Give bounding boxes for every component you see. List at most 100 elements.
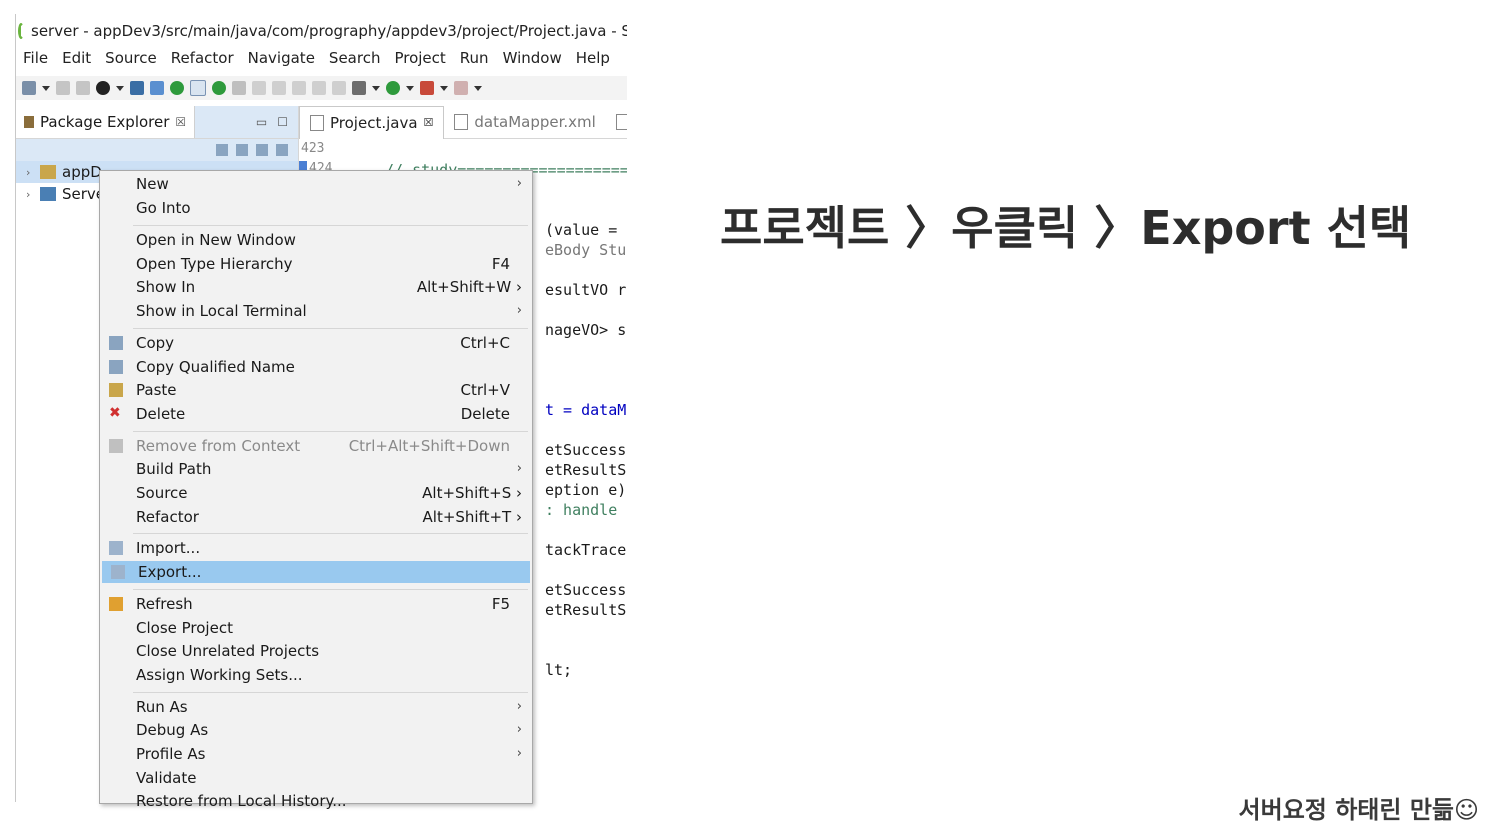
external-dropdown-icon[interactable] [440,85,448,91]
menu-item-label: Build Path [136,460,212,479]
menu-item-profile-as[interactable]: Profile As › [100,743,532,765]
menu-item-open-type-hierarchy[interactable]: Open Type Hierarchy F4 [100,253,532,275]
menu-file[interactable]: File [16,47,55,69]
main-toolbar [16,76,627,100]
link-editor-icon[interactable] [236,144,248,156]
save-icon[interactable] [56,81,70,95]
menu-separator [133,691,528,693]
menu-item-paste[interactable]: Paste Ctrl+V [100,379,532,401]
profile-dropdown-icon[interactable] [116,85,124,91]
menu-item-label: Assign Working Sets... [136,665,303,684]
menu-item-run-as[interactable]: Run As › [100,696,532,718]
menu-item-restore-from-local-history[interactable]: Restore from Local History... [100,790,532,812]
minimize-icon[interactable]: ▭ [256,115,267,129]
close-icon[interactable]: ☒ [424,116,434,129]
menu-separator [133,327,528,329]
toggle-icon[interactable] [190,80,206,96]
external-tools-icon[interactable] [420,81,434,95]
menu-help[interactable]: Help [569,47,617,69]
copy-qualified-icon [109,359,123,374]
menu-separator [133,533,528,535]
expand-chevron-icon[interactable]: › [26,188,34,201]
java-file-icon [310,114,324,131]
menu-item-validate[interactable]: Validate [100,767,532,789]
remove-context-icon [109,438,123,453]
run-dropdown-icon[interactable] [406,85,414,91]
menu-item-label: Refresh [136,594,193,613]
menu-item-export[interactable]: Export... [102,561,530,584]
tab-label: Project.java [330,113,418,132]
menu-item-go-into[interactable]: Go Into [100,197,532,219]
edit-icon[interactable] [252,81,266,95]
pointer-icon[interactable] [150,81,164,95]
profile-icon[interactable] [96,81,110,95]
code-line: etSuccess( [545,581,627,599]
menu-separator [133,430,528,432]
menu-item-copy-qualified-name[interactable]: Copy Qualified Name [100,356,532,378]
menu-item-new[interactable]: New › [100,173,532,195]
menu-item-close-unrelated-projects[interactable]: Close Unrelated Projects [100,640,532,662]
menu-item-label: New [136,175,169,193]
view-controls: ▭ ☐ [195,106,298,138]
maximize-icon[interactable]: ☐ [277,115,288,129]
menu-source[interactable]: Source [98,47,164,69]
menu-item-label: Restore from Local History... [136,792,347,811]
menu-item-show-in-local-terminal[interactable]: Show in Local Terminal › [100,300,532,322]
refresh-green-icon[interactable] [212,81,226,95]
menu-item-assign-working-sets[interactable]: Assign Working Sets... [100,664,532,686]
menu-item-import[interactable]: Import... [100,537,532,559]
menu-refactor[interactable]: Refactor [164,47,241,69]
paragraph-icon[interactable] [332,81,346,95]
menu-item-delete[interactable]: ✖ Delete Delete [100,403,532,425]
link-icon[interactable] [272,81,286,95]
menu-item-show-in[interactable]: Show In Alt+Shift+W › [100,276,532,298]
new-dropdown-icon[interactable] [42,85,50,91]
export-icon [111,565,125,580]
save-all-icon[interactable] [76,81,90,95]
terminal-icon[interactable] [130,81,144,95]
menu-search[interactable]: Search [322,47,388,69]
menu-separator [133,225,528,226]
format-icon[interactable] [312,81,326,95]
menu-item-open-in-new-window[interactable]: Open in New Window [100,229,532,251]
xml-file-icon [454,114,469,130]
menu-edit[interactable]: Edit [55,47,98,69]
menu-separator [133,588,528,590]
menu-item-label: Paste [136,381,177,400]
pin-icon[interactable] [232,81,246,95]
spring-boot-icon[interactable] [170,81,184,95]
run-icon[interactable] [386,81,400,95]
menu-item-source[interactable]: Source Alt+Shift+S › [100,482,532,504]
code-line: tackTrace( [545,541,627,559]
refresh-icon [109,596,123,611]
menu-item-copy[interactable]: Copy Ctrl+C [100,332,532,354]
menu-project[interactable]: Project [387,47,452,69]
menu-window[interactable]: Window [496,47,569,69]
view-menu-icon[interactable] [276,144,288,156]
menu-run[interactable]: Run [453,47,496,69]
debug-dropdown-icon[interactable] [372,85,380,91]
menu-item-debug-as[interactable]: Debug As › [100,719,532,741]
close-icon[interactable]: ☒ [175,115,186,129]
credit: 서버요정 하태린 만듦☺ [1238,796,1479,824]
menu-item-label: Refactor [136,507,199,526]
new-icon[interactable] [22,81,36,95]
tab-project-java[interactable]: Project.java ☒ [299,105,445,139]
filter-icon[interactable] [256,144,268,156]
editor-tabbar: Project.java ☒ dataMapper.xml da [299,105,627,139]
stop-icon[interactable] [454,81,468,95]
stop-dropdown-icon[interactable] [474,85,482,91]
menu-navigate[interactable]: Navigate [241,47,322,69]
headline: 프로젝트 〉우클릭 〉Export 선택 [720,201,1412,255]
menu-item-refactor[interactable]: Refactor Alt+Shift+T › [100,506,532,528]
menu-item-refresh[interactable]: Refresh F5 [100,593,532,615]
tab-package-explorer[interactable]: Package Explorer ☒ [16,106,196,138]
task-icon[interactable] [292,81,306,95]
expand-chevron-icon[interactable]: › [26,166,34,179]
collapse-all-icon[interactable] [216,144,228,156]
debug-icon[interactable] [352,81,366,95]
tab-datamapper-xml[interactable]: dataMapper.xml [444,106,605,138]
tab-more[interactable]: da [606,106,627,138]
menu-item-build-path[interactable]: Build Path › [100,458,532,480]
menu-item-close-project[interactable]: Close Project [100,617,532,639]
